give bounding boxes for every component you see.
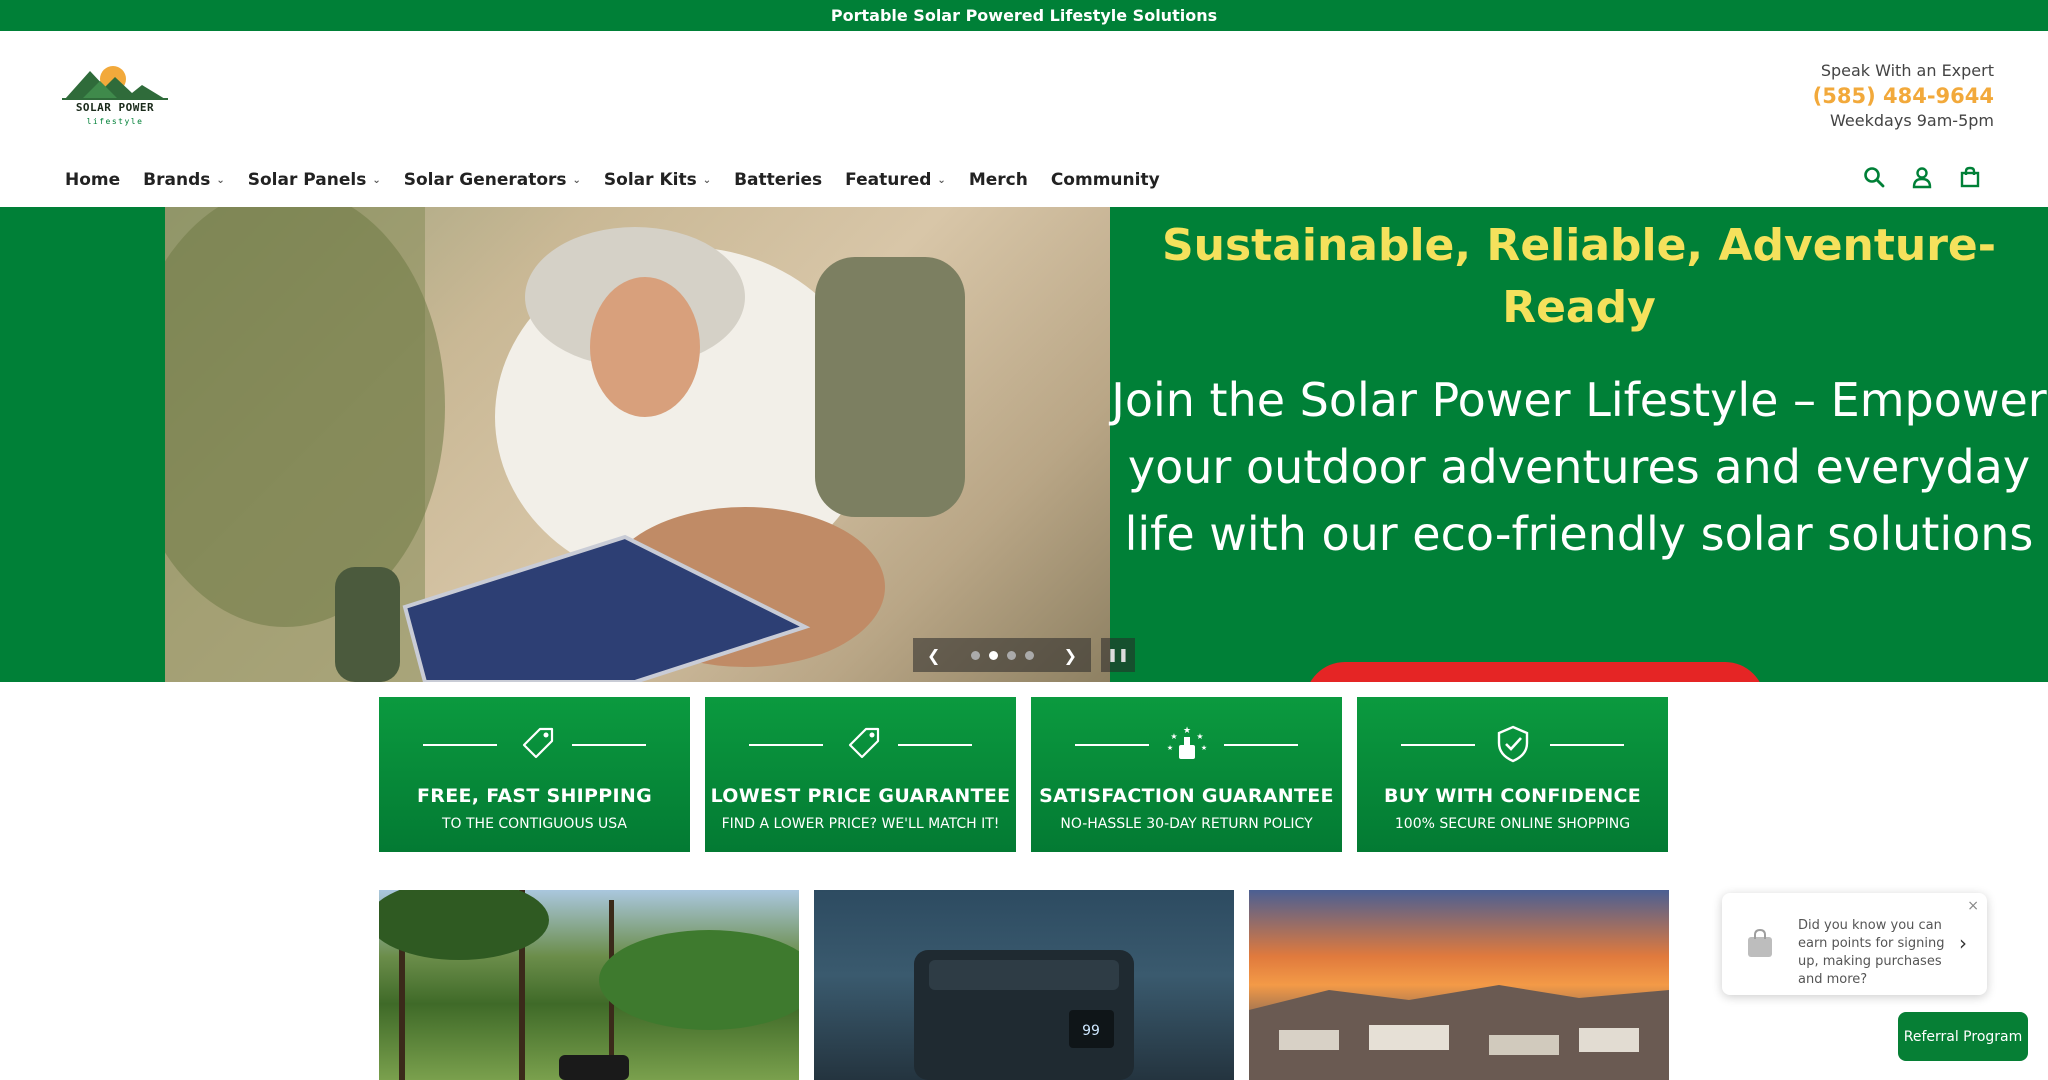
hero-slider: Sustainable, Reliable, Adventure-Ready J… <box>0 207 2048 682</box>
chevron-right-icon[interactable]: › <box>1959 931 1967 955</box>
slider-dot[interactable] <box>1006 650 1016 660</box>
badge-satisfaction: ★ ★ ★ ★ ★ SATISFACTION GUARANTEE NO-HASSLE 3… <box>1031 697 1342 852</box>
badge-confidence: BUY WITH CONFIDENCE 100% SECURE ONLINE S… <box>1357 697 1668 852</box>
contact-label: Speak With an Expert <box>1820 61 1994 80</box>
chevron-down-icon: ⌄ <box>702 174 712 186</box>
referral-program-button[interactable]: Referral Program <box>1898 1012 2028 1061</box>
phone-link[interactable]: (585) 484-9644 <box>1813 84 1994 108</box>
hero-text-panel: Sustainable, Reliable, Adventure-Ready J… <box>1110 207 2048 682</box>
shopping-bag-icon <box>1748 928 1772 957</box>
logo-text: SOLAR POWER <box>75 101 155 114</box>
badge-price: LOWEST PRICE GUARANTEE FIND A LOWER PRIC… <box>705 697 1016 852</box>
nav-item-solar-kits[interactable]: Solar Kits ⌄ <box>604 170 711 190</box>
nav-item-community[interactable]: Community <box>1051 170 1160 190</box>
chevron-right-icon[interactable]: ❯ <box>1064 646 1077 665</box>
hero-illustration <box>165 207 965 682</box>
nav-item-featured[interactable]: Featured ⌄ <box>845 170 946 190</box>
slider-dot-active[interactable] <box>988 650 998 660</box>
badge-shipping: FREE, FAST SHIPPING TO THE CONTIGUOUS US… <box>379 697 690 852</box>
slider-dots <box>970 650 1034 660</box>
chevron-down-icon: ⌄ <box>216 174 225 186</box>
tag-icon <box>522 727 554 759</box>
header-icons <box>1862 165 1982 189</box>
tag-icon <box>848 727 880 759</box>
chevron-left-icon[interactable]: ❮ <box>927 646 940 665</box>
rewards-popup[interactable]: Did you know you can earn points for sig… <box>1722 893 1987 995</box>
hero-body-text: Join the Solar Power Lifestyle – Empower… <box>1111 373 2047 561</box>
nav-item-batteries[interactable]: Batteries <box>734 170 822 190</box>
cart-icon[interactable] <box>1958 165 1982 189</box>
svg-text:99: 99 <box>1082 1023 1100 1039</box>
hero-headline: Sustainable, Reliable, Adventure-Ready <box>1161 220 1997 333</box>
announcement-text: Portable Solar Powered Lifestyle Solutio… <box>830 6 1218 25</box>
hero-image <box>165 207 1110 682</box>
contact-hours: Weekdays 9am-5pm <box>1830 111 1994 130</box>
shield-check-icon <box>1497 725 1529 763</box>
account-icon[interactable] <box>1910 165 1934 189</box>
svg-text:★: ★ <box>1196 732 1203 741</box>
nav-item-home[interactable]: Home <box>65 170 120 190</box>
collection-card-generators[interactable]: 99 <box>814 890 1234 1080</box>
svg-text:★: ★ <box>1170 732 1177 741</box>
hero-cta-button[interactable] <box>1305 662 1765 682</box>
thumbs-up-stars-icon: ★ ★ ★ ★ ★ <box>1167 726 1207 759</box>
rewards-message: Did you know you can earn points for sig… <box>1798 918 1945 987</box>
logo-subtext: lifestyle <box>86 117 144 126</box>
chevron-down-icon: ⌄ <box>937 174 946 186</box>
svg-text:★: ★ <box>1183 726 1191 736</box>
chevron-down-icon: ⌄ <box>372 174 381 186</box>
contact-block: Speak With an Expert (585) 484-9644 Week… <box>1813 61 1994 130</box>
slider-dot[interactable] <box>970 650 980 660</box>
pause-icon: ❚❚ <box>1107 647 1129 663</box>
nav-item-merch[interactable]: Merch <box>969 170 1028 190</box>
site-logo[interactable]: SOLAR POWER lifestyle <box>60 55 170 135</box>
chevron-down-icon: ⌄ <box>572 174 581 186</box>
mountain-sun-logo-icon <box>62 66 168 100</box>
trust-badges: FREE, FAST SHIPPING TO THE CONTIGUOUS US… <box>379 697 1668 852</box>
nav-item-solar-panels[interactable]: Solar Panels ⌄ <box>248 170 381 190</box>
collection-card-rv[interactable] <box>1249 890 1669 1080</box>
slider-dot[interactable] <box>1024 650 1034 660</box>
site-header: SOLAR POWER lifestyle Speak With an Expe… <box>0 31 2048 207</box>
close-icon[interactable]: × <box>1967 898 1979 914</box>
svg-text:★: ★ <box>1167 744 1173 752</box>
nav-item-brands[interactable]: Brands ⌄ <box>143 170 225 190</box>
search-icon[interactable] <box>1862 165 1886 189</box>
announcement-bar: Portable Solar Powered Lifestyle Solutio… <box>0 0 2048 31</box>
nav-item-solar-generators[interactable]: Solar Generators ⌄ <box>404 170 581 190</box>
main-nav: Home Brands ⌄ Solar Panels ⌄ Solar Generat… <box>65 170 1183 190</box>
slider-controls: ❮ ❯ <box>913 638 1091 672</box>
collection-cards: 99 <box>379 890 1669 1080</box>
pause-button[interactable]: ❚❚ <box>1101 638 1135 672</box>
collection-card-outdoor[interactable] <box>379 890 799 1080</box>
svg-text:★: ★ <box>1201 744 1207 752</box>
